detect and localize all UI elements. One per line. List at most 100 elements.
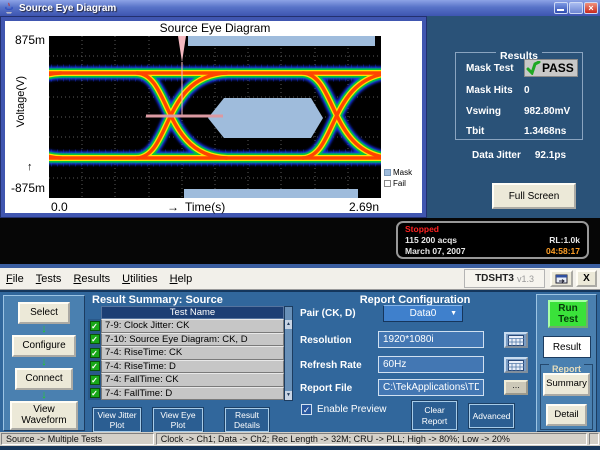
test-name[interactable]: 7-4: FallTime: D [101, 387, 284, 401]
maximize-icon[interactable] [569, 2, 583, 14]
mask-swatch-icon [384, 169, 391, 176]
eye-diagram-canvas [49, 36, 381, 198]
acquisition-readout: Stopped 115 200 acqs RL:1.0k March 07, 2… [396, 221, 589, 259]
test-pass-icon: ✓ [90, 375, 100, 385]
run-test-button[interactable]: Run Test [548, 300, 588, 328]
test-name[interactable]: 7-4: RiseTime: D [101, 360, 284, 374]
legend-fail-label: Fail [393, 179, 406, 188]
status-source: Source -> Multiple Tests [1, 433, 154, 445]
configure-button[interactable]: Configure [12, 335, 76, 357]
pair-dropdown[interactable]: Data0 ▼ [383, 305, 463, 322]
status-badge: PASS [524, 59, 578, 77]
test-pass-icon: ✓ [90, 361, 100, 371]
app-title-bar: Source Eye Diagram × [0, 0, 600, 16]
result-summary-title: Result Summary: Source [92, 294, 223, 306]
flow-arrow-icon: ↓ [41, 357, 47, 368]
flow-arrow-icon: ↓ [41, 390, 47, 401]
plot-title: Source Eye Diagram [49, 21, 381, 35]
app-version-badge: TDSHT3 v1.3 [464, 269, 545, 288]
y-axis-label: Voltage(V) [15, 76, 27, 127]
view-waveform-button[interactable]: View Waveform [10, 401, 78, 430]
x-axis-arrow-icon: → [167, 200, 179, 214]
report-file-label: Report File [300, 383, 352, 394]
test-name[interactable]: 7-10: Source Eye Diagram: CK, D [101, 333, 284, 347]
vswing-label: Vswing [466, 106, 524, 117]
view-eye-plot-button[interactable]: View Eye Plot [153, 408, 203, 432]
keypad-icon [508, 360, 524, 371]
clear-report-button[interactable]: Clear Report [412, 401, 457, 430]
window-title: Source Eye Diagram [19, 3, 116, 14]
connect-button[interactable]: Connect [15, 368, 73, 390]
y-axis-max-label: 875m [7, 33, 45, 47]
test-name[interactable]: 7-4: RiseTime: CK [101, 346, 284, 360]
table-row[interactable]: ✓ 7-9: Clock Jitter: CK [88, 319, 284, 333]
mask-bottom-bar [184, 189, 358, 198]
menu-file[interactable]: File [0, 271, 30, 287]
resolution-label: Resolution [300, 335, 352, 346]
summary-button[interactable]: Summary [543, 373, 590, 396]
menu-tests[interactable]: Tests [30, 271, 68, 287]
mask-hexagon [208, 98, 323, 138]
eye-diagram-window: Source Eye Diagram [0, 16, 427, 218]
test-pass-icon: ✓ [90, 321, 100, 331]
screen: Source Eye Diagram × Source Eye Diagram [0, 0, 600, 450]
advanced-button[interactable]: Advanced [469, 404, 514, 428]
x-axis-min-label: 0.0 [51, 200, 68, 214]
scroll-up-icon[interactable]: ▲ [285, 320, 292, 329]
minimize-icon[interactable] [554, 2, 568, 14]
fail-swatch-icon [384, 180, 391, 187]
menu-bar: File Tests Results Utilities Help TDSHT3… [0, 268, 600, 290]
app-version: v1.3 [517, 274, 534, 284]
scope-strip: Stopped 115 200 acqs RL:1.0k March 07, 2… [0, 218, 600, 264]
test-name[interactable]: 7-4: FallTime: CK [101, 373, 284, 387]
record-length: RL:1.0k [549, 235, 580, 246]
acquisition-status: Stopped [405, 224, 439, 235]
menu-help[interactable]: Help [164, 271, 199, 287]
detail-button[interactable]: Detail [546, 404, 587, 426]
data-jitter-label: Data Jitter [472, 150, 521, 161]
table-row[interactable]: ✓ 7-4: RiseTime: D [88, 360, 284, 374]
resolution-field[interactable] [378, 331, 484, 348]
action-panel: Run Test Result Report Summary Detail [536, 294, 597, 432]
enable-preview-label: Enable Preview [317, 404, 386, 415]
test-table: Test Name ✓ 7-9: Clock Jitter: CK ✓ 7-10… [88, 306, 284, 401]
scroll-down-icon[interactable]: ▼ [285, 391, 292, 400]
report-group: Report Summary Detail [540, 364, 593, 430]
refresh-rate-label: Refresh Rate [300, 360, 362, 371]
test-name[interactable]: 7-9: Clock Jitter: CK [101, 319, 284, 333]
pair-value: Data0 [410, 308, 437, 319]
y-axis-min-label: -875m [5, 181, 45, 195]
table-row[interactable]: ✓ 7-10: Source Eye Diagram: CK, D [88, 333, 284, 347]
table-row[interactable]: ✓ 7-4: FallTime: CK [88, 373, 284, 387]
close-icon[interactable]: × [584, 2, 598, 14]
menu-results[interactable]: Results [67, 271, 116, 287]
select-button[interactable]: Select [18, 302, 70, 324]
hide-app-button[interactable] [550, 270, 573, 287]
tbit-value: 1.3468ns [524, 126, 566, 137]
tbit-label: Tbit [466, 126, 524, 137]
view-jitter-plot-button[interactable]: View Jitter Plot [93, 408, 141, 432]
status-bar: Source -> Multiple Tests Clock -> Ch1; D… [0, 432, 600, 446]
keypad-button[interactable] [504, 357, 528, 373]
table-row[interactable]: ✓ 7-4: FallTime: D [88, 387, 284, 401]
chevron-down-icon: ▼ [450, 310, 457, 317]
result-button[interactable]: Result [543, 336, 591, 358]
x-axis-max-label: 2.69n [349, 200, 379, 214]
keypad-icon [508, 335, 524, 346]
enable-preview-checkbox[interactable]: ✓ [301, 404, 312, 415]
mask-top-bar [188, 36, 375, 46]
menu-utilities[interactable]: Utilities [116, 271, 163, 287]
pair-label: Pair (CK, D) [300, 308, 356, 319]
refresh-rate-field[interactable] [378, 356, 484, 373]
app-close-button[interactable]: X [576, 270, 597, 287]
browse-button[interactable]: ... [504, 380, 528, 395]
mask-test-label: Mask Test [466, 63, 524, 74]
y-axis-arrow-icon: ↑ [27, 161, 33, 173]
keypad-button[interactable] [504, 332, 528, 348]
full-screen-button[interactable]: Full Screen [492, 183, 576, 209]
table-row[interactable]: ✓ 7-4: RiseTime: CK [88, 346, 284, 360]
table-scrollbar[interactable]: ▲ ▼ [284, 306, 293, 401]
report-file-field[interactable] [378, 379, 484, 396]
result-details-button[interactable]: Result Details [225, 408, 269, 432]
vswing-value: 982.80mV [524, 106, 570, 117]
